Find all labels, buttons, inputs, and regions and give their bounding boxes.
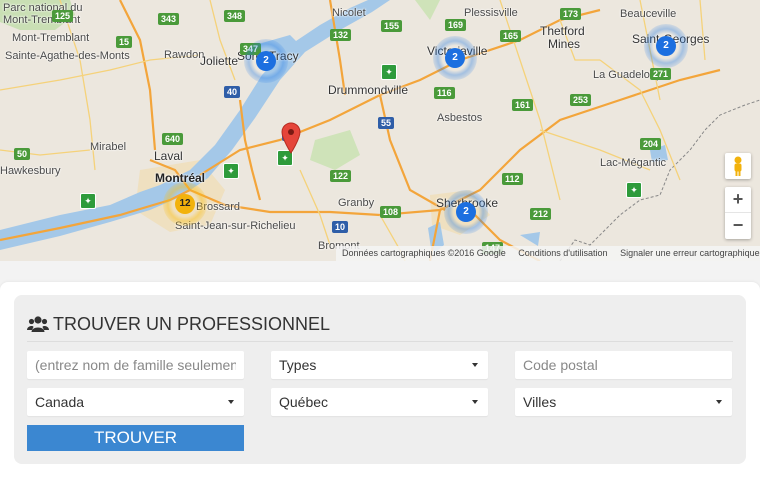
cluster-count: 2: [456, 202, 476, 222]
cluster-count: 12: [175, 194, 195, 214]
caret-down-icon: [716, 400, 722, 404]
map-label: Beauceville: [620, 8, 677, 20]
report-error-link[interactable]: Signaler une erreur cartographique: [620, 248, 760, 258]
map-label: Laval: [154, 149, 183, 163]
name-field[interactable]: [27, 351, 244, 379]
map-label: Plessisville: [464, 7, 518, 19]
highway-shield: 348: [224, 10, 246, 22]
cluster-count: 2: [445, 48, 465, 68]
highway-shield: 173: [560, 8, 582, 20]
map-label: Drummondville: [328, 83, 409, 97]
highway-shield: 271: [650, 68, 672, 80]
highway-shield: 204: [640, 138, 662, 150]
map-label: Mines: [548, 37, 581, 51]
maple-leaf-icon[interactable]: ✦: [223, 163, 239, 179]
types-value: Types: [279, 357, 317, 373]
maple-leaf-icon[interactable]: ✦: [626, 182, 642, 198]
highway-shield: 161: [512, 99, 534, 111]
caret-down-icon: [472, 363, 478, 367]
types-select[interactable]: Types: [271, 351, 488, 379]
city-value: Villes: [523, 394, 557, 410]
province-value: Québec: [279, 394, 329, 410]
divider: [27, 341, 733, 342]
highway-shield: 212: [530, 208, 552, 220]
postal-code-field[interactable]: [515, 351, 732, 379]
map-view[interactable]: Parc national du Mont-Tremblant Mont-Tre…: [0, 0, 760, 261]
search-submit-button[interactable]: TROUVER: [27, 425, 244, 451]
cluster-count: 2: [256, 51, 276, 71]
map-label: Granby: [338, 197, 375, 209]
cluster-marker[interactable]: 2: [444, 190, 488, 234]
highway-shield: 169: [445, 19, 467, 31]
highway-shield: 112: [502, 173, 523, 185]
highway-shield: 155: [381, 20, 403, 32]
highway-shield: 122: [330, 170, 352, 182]
map-label: Rawdon: [164, 49, 205, 61]
panel-title-text: TROUVER UN PROFESSIONNEL: [53, 314, 331, 334]
province-select[interactable]: Québec: [271, 388, 488, 416]
city-select[interactable]: Villes: [515, 388, 732, 416]
zoom-control: + −: [725, 187, 751, 239]
street-view-pegman-icon[interactable]: [725, 153, 751, 179]
name-input[interactable]: [35, 351, 236, 379]
highway-shield: 343: [158, 13, 180, 25]
highway-shield: 253: [570, 94, 592, 106]
map-label: Lac-Mégantic: [600, 157, 667, 169]
map-label: Hawkesbury: [0, 165, 61, 177]
map-label: Thetford: [540, 24, 585, 38]
search-panel: TROUVER UN PROFESSIONNEL Types Canada Qu…: [14, 295, 746, 464]
highway-shield: 132: [330, 29, 352, 41]
caret-down-icon: [228, 400, 234, 404]
caret-down-icon: [472, 400, 478, 404]
map-label: Mont-Tremblant: [12, 32, 90, 44]
users-icon: [27, 315, 49, 333]
zoom-out-button[interactable]: −: [725, 213, 751, 239]
highway-shield: 640: [162, 133, 184, 145]
map-data-credit: Données cartographiques ©2016 Google: [342, 248, 506, 258]
highway-shield: 165: [500, 30, 522, 42]
search-section: TROUVER UN PROFESSIONNEL Types Canada Qu…: [0, 282, 760, 481]
highway-shield: 55: [378, 117, 395, 129]
panel-title: TROUVER UN PROFESSIONNEL: [27, 312, 330, 336]
maple-leaf-icon[interactable]: ✦: [80, 193, 96, 209]
map-label: Nicolet: [332, 7, 366, 19]
zoom-in-button[interactable]: +: [725, 187, 751, 213]
country-value: Canada: [35, 394, 85, 410]
highway-shield: 10: [332, 221, 349, 233]
cluster-marker[interactable]: 2: [644, 24, 688, 68]
map-label: Mirabel: [90, 141, 127, 153]
country-select[interactable]: Canada: [27, 388, 244, 416]
map-pin-icon[interactable]: [281, 122, 301, 154]
map-label: Asbestos: [437, 112, 483, 124]
cluster-count: 2: [656, 36, 676, 56]
highway-shield: 50: [14, 148, 31, 160]
map-attribution: Données cartographiques ©2016 Google Con…: [336, 246, 760, 261]
highway-shield: 15: [116, 36, 133, 48]
cluster-marker[interactable]: 2: [433, 36, 477, 80]
cluster-marker[interactable]: 12: [163, 182, 207, 226]
maple-leaf-icon[interactable]: ✦: [381, 64, 397, 80]
cluster-marker[interactable]: 2: [244, 39, 288, 83]
postal-code-input[interactable]: [523, 351, 724, 379]
highway-shield: 108: [380, 206, 402, 218]
highway-shield: 40: [224, 86, 241, 98]
map-label: Sainte-Agathe-des-Monts: [5, 50, 130, 62]
terms-link[interactable]: Conditions d'utilisation: [518, 248, 607, 258]
highway-shield: 125: [52, 10, 74, 22]
map-label: Joliette: [200, 54, 239, 68]
highway-shield: 116: [434, 87, 455, 99]
